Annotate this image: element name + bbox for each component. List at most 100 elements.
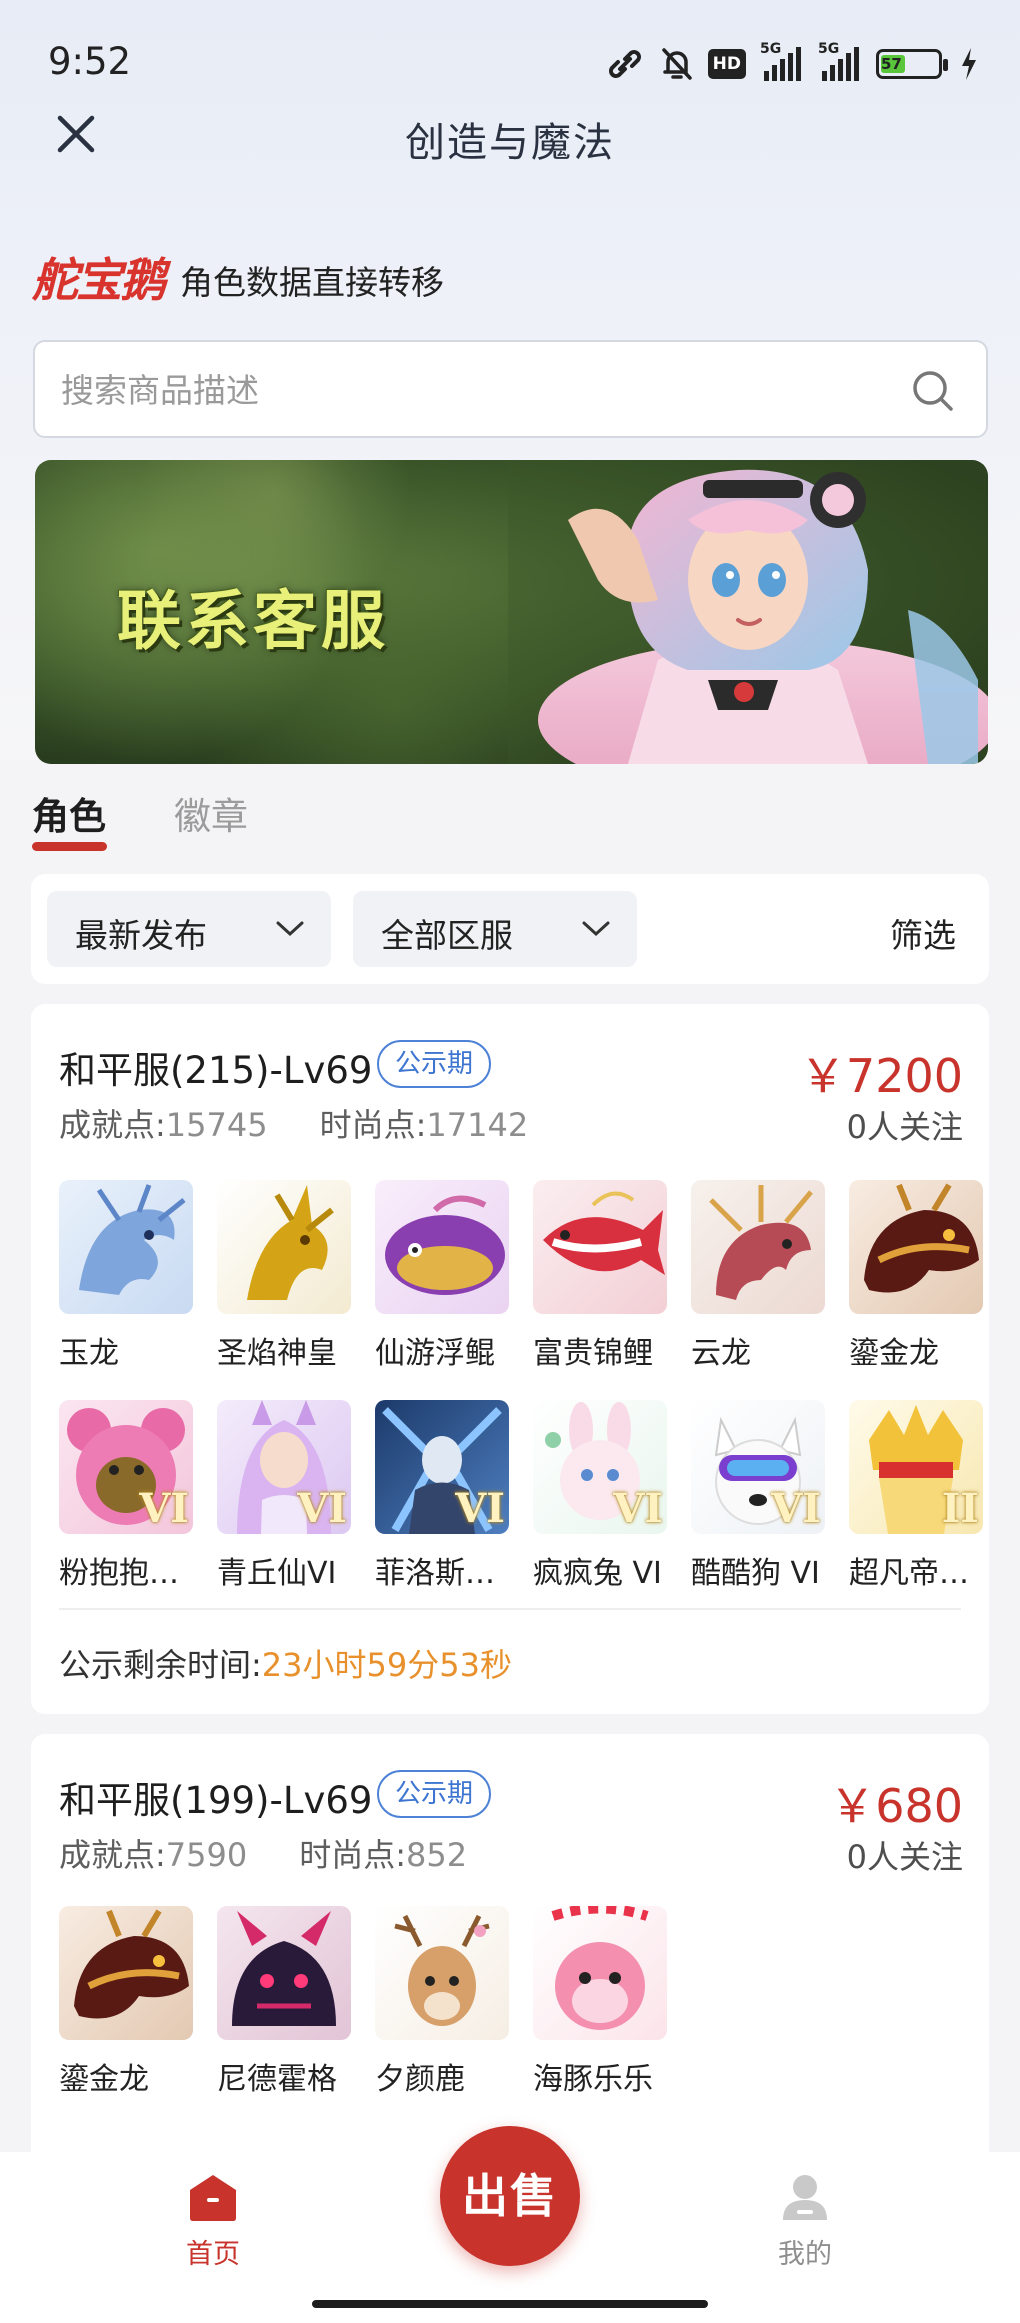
- item-name: 圣焰神皇: [217, 1336, 337, 1371]
- item-nidhogg[interactable]: 尼德霍格: [217, 1906, 351, 2098]
- nav-mine[interactable]: 我的: [772, 2172, 838, 2271]
- item-name: 尼德霍格: [217, 2062, 337, 2097]
- item-name: 富贵锦鲤: [533, 1336, 653, 1371]
- rank-badge: VI: [297, 1485, 347, 1532]
- status-badge: 公示期: [377, 1040, 492, 1088]
- contact-service-banner[interactable]: 联系客服: [35, 460, 988, 764]
- item-thumbnail: [533, 1180, 667, 1314]
- item-supreme-emperor[interactable]: II 超凡帝…: [849, 1400, 983, 1592]
- home-icon: [190, 2175, 236, 2221]
- network-type-label: 5G: [760, 41, 782, 57]
- home-indicator: [312, 2300, 708, 2308]
- achievement-value: 15745: [165, 1106, 268, 1144]
- item-philos[interactable]: VI 菲洛斯…: [375, 1400, 509, 1592]
- publicity-countdown: 公示剩余时间:23小时59分53秒: [59, 1640, 512, 1686]
- listing-card[interactable]: 和平服(215)-Lv69 公示期 ￥7200 成就点:15745 时尚点:171…: [31, 1004, 989, 1714]
- status-time: 9:52: [48, 40, 132, 83]
- item-pink-hug[interactable]: VI 粉抱抱…: [59, 1400, 193, 1592]
- item-name: 玉龙: [59, 1336, 119, 1371]
- item-name: 青丘仙VI: [217, 1556, 337, 1591]
- search-bar: [33, 340, 988, 438]
- charging-icon: [960, 46, 978, 82]
- follower-count: 0人关注: [846, 1838, 963, 1876]
- item-name: 海豚乐乐: [533, 2062, 653, 2097]
- listing-price: ￥680: [829, 1779, 963, 1833]
- item-thumbnail: [59, 1906, 193, 2040]
- item-name: 疯疯兔 VI: [533, 1556, 662, 1591]
- search-input[interactable]: [61, 364, 881, 416]
- item-thumbnail: II: [849, 1400, 983, 1534]
- item-jade-dragon[interactable]: 玉龙: [59, 1180, 193, 1372]
- item-crazy-rabbit[interactable]: VI 疯疯兔 VI: [533, 1400, 667, 1592]
- nav-home[interactable]: 首页: [180, 2172, 246, 2271]
- battery-level: 57: [881, 55, 902, 73]
- listing-title: 和平服(199)-Lv69: [59, 1779, 373, 1822]
- item-thumbnail: [691, 1180, 825, 1314]
- item-name: 粉抱抱…: [59, 1556, 179, 1591]
- page-title: 创造与魔法: [405, 120, 615, 166]
- rank-badge: VI: [139, 1485, 189, 1532]
- item-gilded-dragon[interactable]: 鎏金龙: [849, 1180, 983, 1372]
- item-qingqiu-fairy[interactable]: VI 青丘仙VI: [217, 1400, 351, 1592]
- sort-dropdown-label: 最新发布: [75, 916, 207, 955]
- items-row: 鎏金龙 尼德霍格 夕颜鹿 海豚乐乐: [59, 1906, 667, 2098]
- fashion-label: 时尚点:: [319, 1106, 427, 1144]
- tab-badge[interactable]: 徽章: [174, 786, 248, 840]
- countdown-label: 公示剩余时间:: [59, 1646, 262, 1684]
- items-row: 玉龙 圣焰神皇 仙游浮鲲 富贵锦鲤 云龙 鎏金龙: [59, 1180, 983, 1372]
- item-thumbnail: [375, 1180, 509, 1314]
- item-thumbnail: VI: [59, 1400, 193, 1534]
- server-dropdown[interactable]: 全部区服: [353, 891, 637, 967]
- battery-icon: 57: [876, 46, 948, 82]
- item-dolphin-lele[interactable]: 海豚乐乐: [533, 1906, 667, 2098]
- fashion-label: 时尚点:: [299, 1836, 407, 1874]
- achievement-label: 成就点:: [59, 1836, 166, 1874]
- item-name: 鎏金龙: [849, 1336, 939, 1371]
- filter-button[interactable]: 筛选: [890, 909, 956, 957]
- item-dusk-deer[interactable]: 夕颜鹿: [375, 1906, 509, 2098]
- items-row: VI 粉抱抱… VI 青丘仙VI VI 菲洛斯… VI 疯疯兔 VI VI 酷酷…: [59, 1400, 983, 1592]
- item-cloud-dragon[interactable]: 云龙: [691, 1180, 825, 1372]
- chevron-down-icon: [276, 921, 304, 937]
- item-thumbnail: [59, 1180, 193, 1314]
- item-holy-flame-emperor[interactable]: 圣焰神皇: [217, 1180, 351, 1372]
- achievement-label: 成就点:: [59, 1106, 166, 1144]
- divider: [59, 1608, 961, 1610]
- item-name: 仙游浮鲲: [375, 1336, 495, 1371]
- link-icon: [604, 46, 646, 82]
- active-tab-indicator: [32, 842, 107, 851]
- item-immortal-kun[interactable]: 仙游浮鲲: [375, 1180, 509, 1372]
- follower-count: 0人关注: [846, 1108, 963, 1146]
- listing-stats: 成就点:15745 时尚点:17142: [59, 1100, 528, 1146]
- item-thumbnail: [217, 1180, 351, 1314]
- fashion-value: 17142: [426, 1106, 529, 1144]
- character-illustration: [508, 460, 988, 764]
- filter-bar: 最新发布 全部区服 筛选: [31, 874, 989, 984]
- network-type-label: 5G: [818, 41, 840, 57]
- item-lucky-koi[interactable]: 富贵锦鲤: [533, 1180, 667, 1372]
- rank-badge: VI: [455, 1485, 505, 1532]
- item-gilded-dragon[interactable]: 鎏金龙: [59, 1906, 193, 2098]
- search-icon[interactable]: [910, 368, 956, 414]
- signal-icon: 5G: [760, 41, 804, 81]
- chevron-down-icon: [582, 921, 610, 937]
- tab-role[interactable]: 角色: [32, 786, 106, 840]
- server-dropdown-label: 全部区服: [381, 916, 513, 955]
- sell-button[interactable]: 出售: [440, 2126, 580, 2266]
- fashion-value: 852: [406, 1836, 468, 1874]
- listing-title: 和平服(215)-Lv69: [59, 1049, 373, 1092]
- item-thumbnail: VI: [533, 1400, 667, 1534]
- status-icons: HD 5G 5G 57: [604, 41, 978, 84]
- item-cool-dog[interactable]: VI 酷酷狗 VI: [691, 1400, 825, 1592]
- countdown-value: 23小时59分53秒: [261, 1646, 512, 1684]
- sort-dropdown[interactable]: 最新发布: [47, 891, 331, 967]
- achievement-value: 7590: [165, 1836, 248, 1874]
- item-name: 鎏金龙: [59, 2062, 149, 2097]
- item-name: 云龙: [691, 1336, 751, 1371]
- item-thumbnail: [217, 1906, 351, 2040]
- rank-badge: VI: [771, 1485, 821, 1532]
- rank-badge: II: [941, 1485, 979, 1532]
- status-bar: 9:52 HD 5G 5G 57: [0, 0, 1020, 120]
- item-name: 酷酷狗 VI: [691, 1556, 820, 1591]
- listing-price: ￥7200: [799, 1049, 963, 1103]
